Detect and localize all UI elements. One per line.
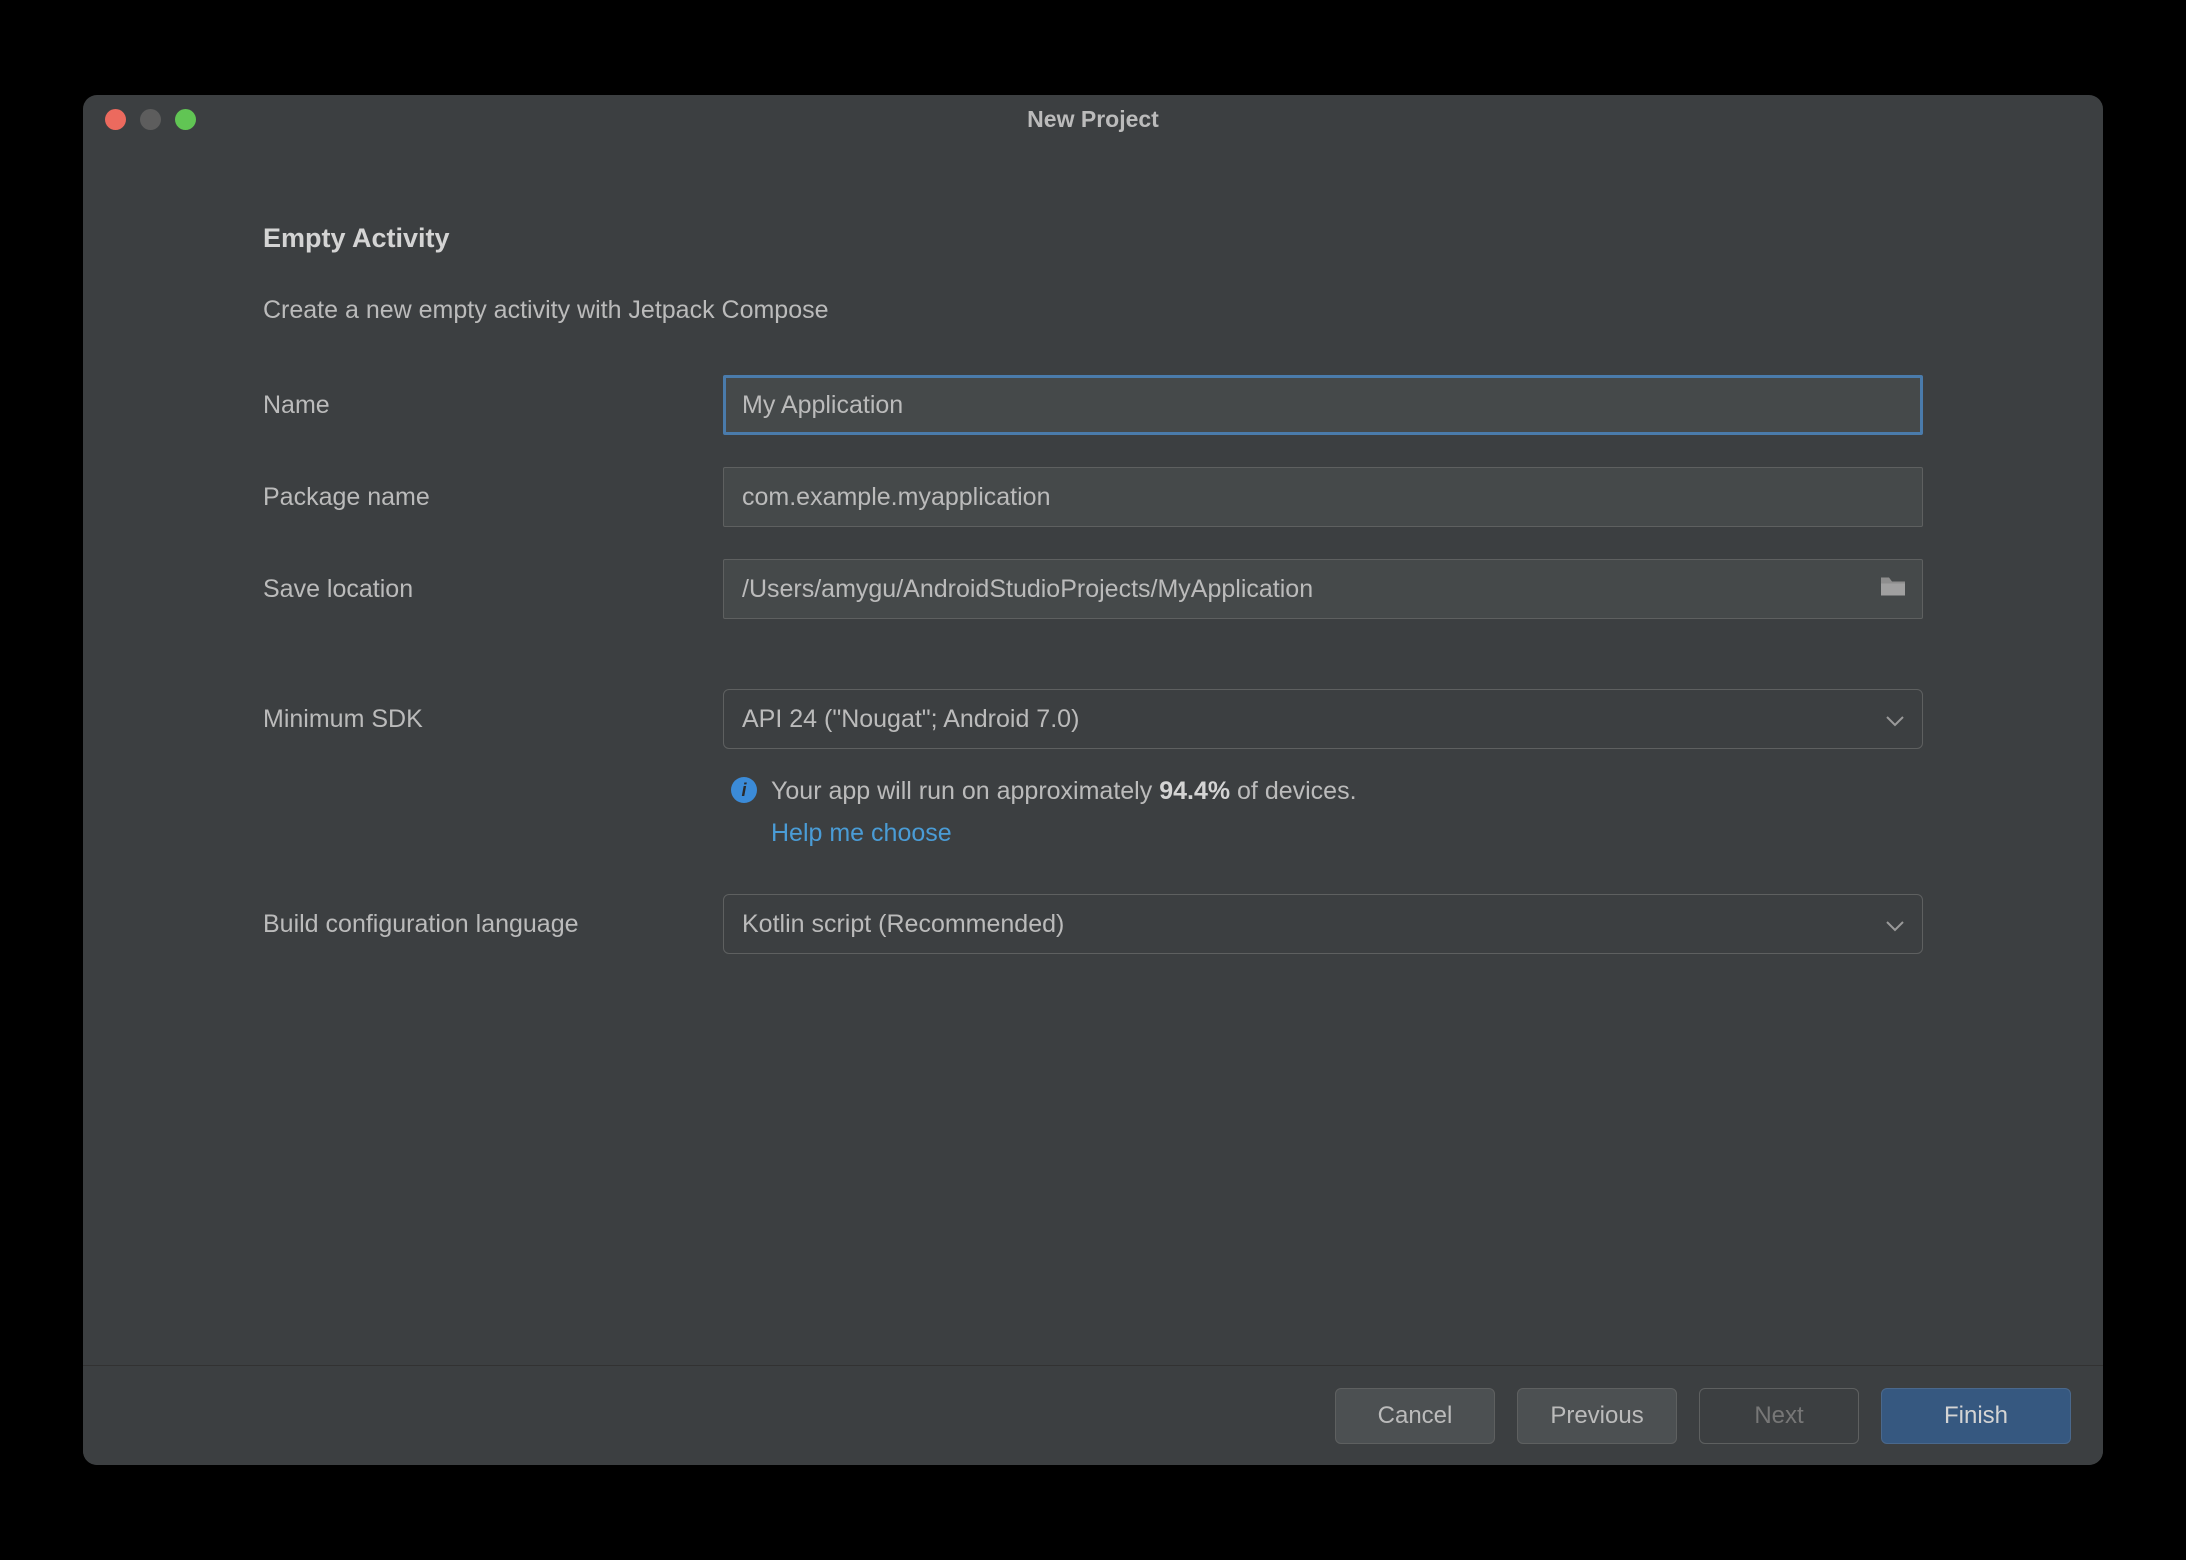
chevron-down-icon [1886,910,1904,939]
save-location-input[interactable] [723,559,1923,619]
window-title: New Project [1027,106,1159,133]
name-row: Name [263,375,1923,435]
sdk-info-block: i Your app will run on approximately 94.… [723,759,1923,852]
finish-button[interactable]: Finish [1881,1388,2071,1444]
maximize-window-button[interactable] [175,109,196,130]
cancel-button[interactable]: Cancel [1335,1388,1495,1444]
package-row: Package name [263,467,1923,527]
chevron-down-icon [1886,705,1904,734]
info-suffix: of devices. [1230,777,1356,805]
package-label: Package name [263,483,723,512]
name-input[interactable] [723,375,1923,435]
new-project-window: New Project Empty Activity Create a new … [83,95,2103,1465]
info-prefix: Your app will run on approximately [771,777,1159,805]
info-icon: i [731,777,757,803]
sdk-info-text: Your app will run on approximately 94.4%… [771,773,1357,852]
minsdk-label: Minimum SDK [263,705,723,734]
content-area: Empty Activity Create a new empty activi… [83,143,2103,1365]
minsdk-select[interactable]: API 24 ("Nougat"; Android 7.0) [723,689,1923,749]
minimize-window-button [140,109,161,130]
minsdk-value: API 24 ("Nougat"; Android 7.0) [742,705,1079,734]
footer: Cancel Previous Next Finish [83,1365,2103,1465]
next-button: Next [1699,1388,1859,1444]
page-subheading: Create a new empty activity with Jetpack… [263,296,1923,325]
previous-button[interactable]: Previous [1517,1388,1677,1444]
package-input[interactable] [723,467,1923,527]
folder-icon[interactable] [1879,576,1907,603]
buildlang-label: Build configuration language [263,910,723,939]
buildlang-value: Kotlin script (Recommended) [742,910,1064,939]
traffic-lights [105,109,196,130]
titlebar: New Project [83,95,2103,143]
buildlang-row: Build configuration language Kotlin scri… [263,894,1923,954]
buildlang-select[interactable]: Kotlin script (Recommended) [723,894,1923,954]
save-location-row: Save location [263,559,1923,619]
info-pct: 94.4% [1159,777,1230,805]
close-window-button[interactable] [105,109,126,130]
page-heading: Empty Activity [263,223,1923,254]
save-location-label: Save location [263,575,723,604]
help-me-choose-link[interactable]: Help me choose [771,815,1357,853]
minsdk-row: Minimum SDK API 24 ("Nougat"; Android 7.… [263,689,1923,749]
name-label: Name [263,391,723,420]
